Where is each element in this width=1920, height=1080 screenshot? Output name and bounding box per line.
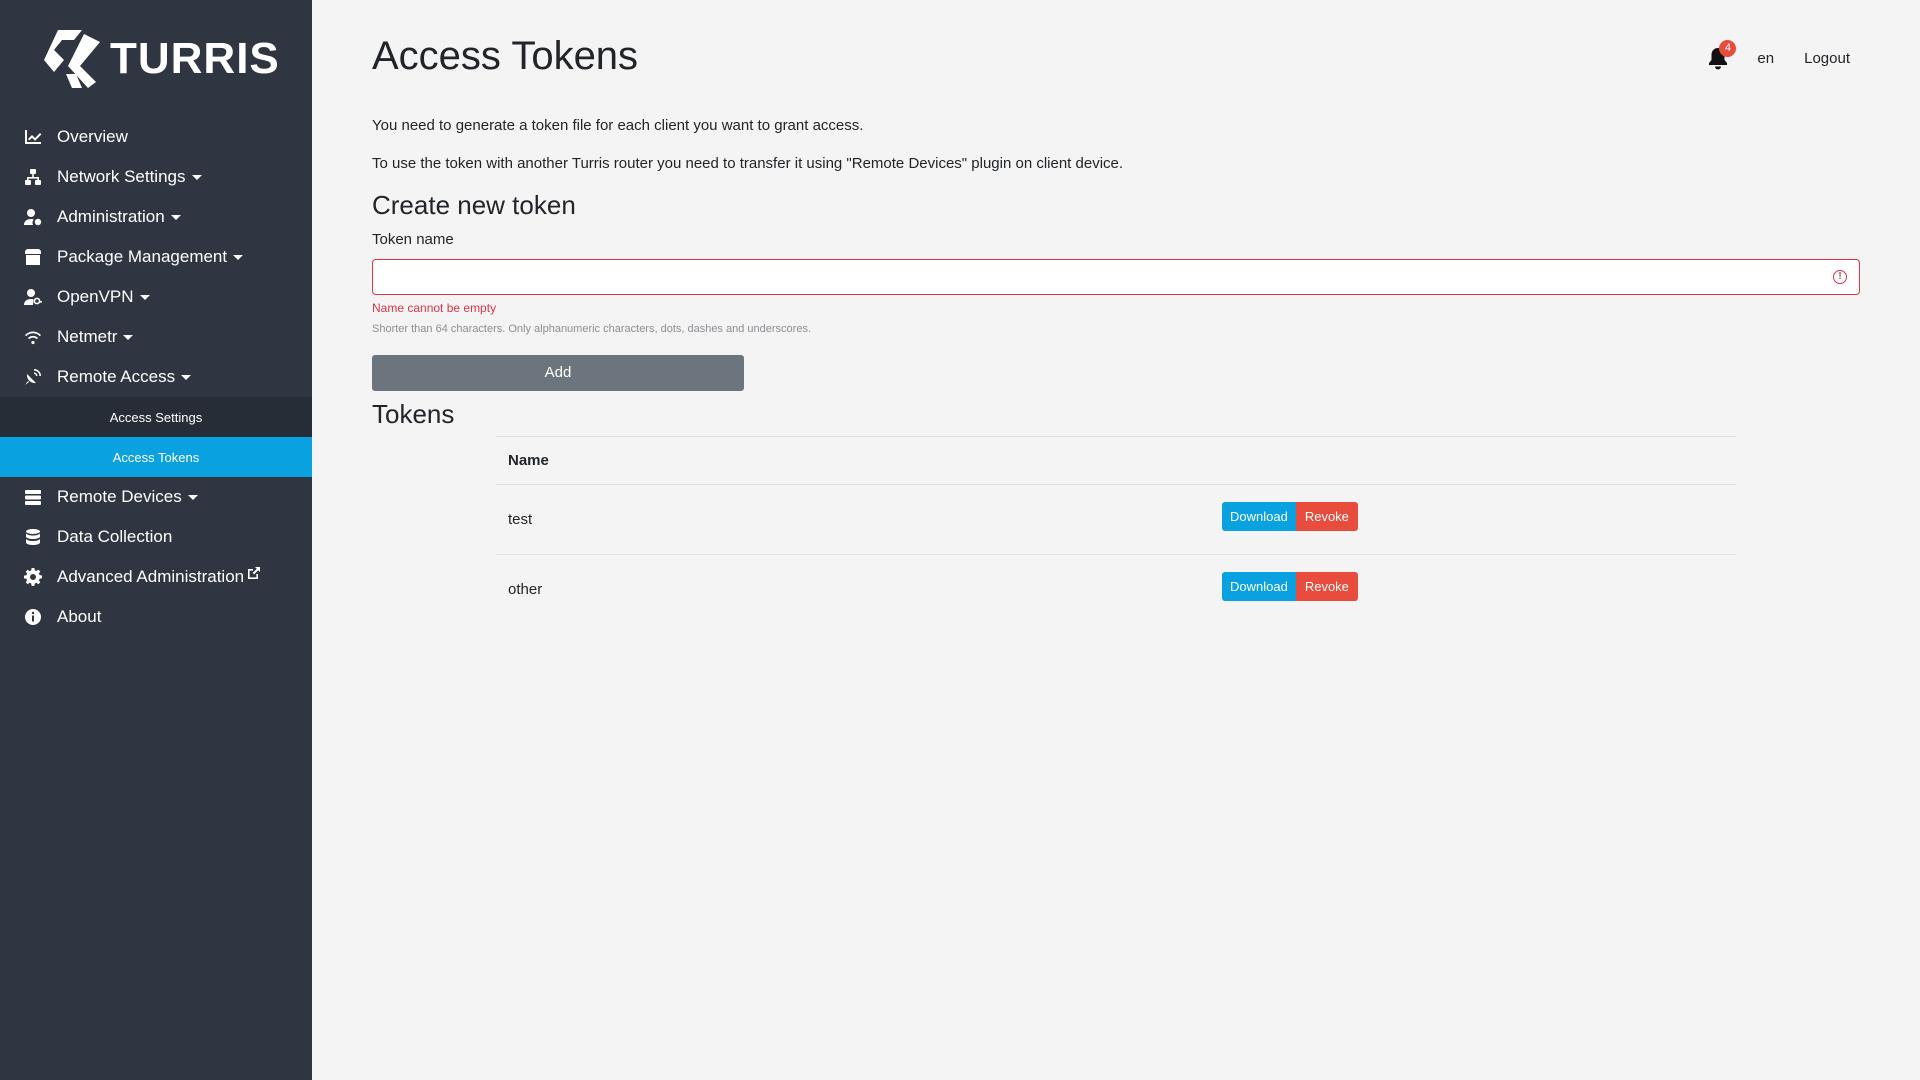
caret-down-icon bbox=[233, 254, 244, 260]
sidebar-nav: Overview Network Settings Administration… bbox=[0, 117, 312, 637]
user-key-icon bbox=[24, 288, 42, 306]
caret-down-icon bbox=[191, 174, 202, 180]
add-token-button[interactable]: Add bbox=[372, 355, 744, 391]
page-title: Access Tokens bbox=[372, 34, 639, 78]
download-button[interactable]: Download bbox=[1222, 572, 1296, 602]
caret-down-icon bbox=[139, 294, 150, 300]
sidebar-item-advanced-administration[interactable]: Advanced Administration bbox=[0, 557, 312, 597]
token-actions: Download Revoke bbox=[1222, 572, 1358, 602]
token-actions: Download Revoke bbox=[1222, 502, 1358, 531]
caret-down-icon bbox=[123, 334, 134, 340]
box-icon bbox=[24, 248, 42, 266]
sidebar-item-label: Overview bbox=[57, 127, 128, 146]
create-token-heading: Create new token bbox=[372, 190, 576, 220]
topbar: 4 en Logout bbox=[1707, 40, 1850, 70]
token-name-field-wrapper: ! bbox=[372, 259, 1860, 295]
sidebar-subitem-label: Access Settings bbox=[109, 409, 203, 425]
sidebar-item-network-settings[interactable]: Network Settings bbox=[0, 157, 312, 197]
sidebar-subitem-access-tokens[interactable]: Access Tokens bbox=[0, 437, 312, 477]
sidebar-item-netmetr[interactable]: Netmetr bbox=[0, 317, 312, 357]
sidebar-item-remote-access[interactable]: Remote Access bbox=[0, 357, 312, 397]
sidebar-item-label: OpenVPN bbox=[57, 287, 134, 306]
sidebar: TURRIS Overview Network Settings Adminis… bbox=[0, 0, 312, 1080]
notifications-badge: 4 bbox=[1719, 40, 1737, 57]
sidebar-item-label: Remote Devices bbox=[57, 487, 182, 506]
sidebar-item-label: About bbox=[57, 607, 102, 626]
language-selector[interactable]: en bbox=[1757, 50, 1774, 67]
sidebar-item-label: Administration bbox=[57, 207, 165, 226]
sidebar-item-overview[interactable]: Overview bbox=[0, 117, 312, 157]
description-text: You need to generate a token file for ea… bbox=[372, 117, 864, 134]
database-icon bbox=[24, 528, 42, 546]
turris-logo-icon bbox=[44, 30, 100, 88]
caret-down-icon bbox=[181, 374, 192, 380]
wifi-icon bbox=[24, 328, 42, 346]
notifications-button[interactable]: 4 bbox=[1707, 40, 1737, 70]
sidebar-subitem-label: Access Tokens bbox=[112, 449, 200, 465]
tokens-table: Name test Download Revoke other Download bbox=[496, 436, 1736, 625]
table-header-row: Name bbox=[496, 436, 1736, 485]
column-header-name: Name bbox=[496, 436, 1210, 485]
token-name-cell: other bbox=[508, 581, 543, 599]
gear-icon bbox=[24, 568, 42, 586]
user-cog-icon bbox=[24, 208, 42, 226]
sidebar-item-about[interactable]: About bbox=[0, 597, 312, 637]
token-name-label: Token name bbox=[372, 231, 454, 248]
turris-logo[interactable]: TURRIS bbox=[44, 30, 280, 88]
revoke-button[interactable]: Revoke bbox=[1295, 572, 1358, 602]
logout-link[interactable]: Logout bbox=[1804, 50, 1850, 67]
column-header-actions bbox=[1210, 436, 1736, 485]
table-row: other Download Revoke bbox=[496, 555, 1736, 625]
download-button[interactable]: Download bbox=[1222, 502, 1296, 531]
table-row: test Download Revoke bbox=[496, 484, 1736, 555]
external-link-icon bbox=[248, 567, 261, 579]
tokens-heading: Tokens bbox=[372, 399, 455, 429]
sidebar-item-package-management[interactable]: Package Management bbox=[0, 237, 312, 277]
sidebar-item-label: Advanced Administration bbox=[57, 567, 245, 586]
token-name-error: Name cannot be empty bbox=[372, 301, 497, 315]
sidebar-item-label: Package Management bbox=[57, 247, 228, 266]
token-actions-cell: Download Revoke bbox=[1210, 484, 1736, 555]
sidebar-item-label: Remote Access bbox=[57, 367, 176, 386]
sidebar-item-administration[interactable]: Administration bbox=[0, 197, 312, 237]
sidebar-subitem-access-settings[interactable]: Access Settings bbox=[0, 397, 312, 437]
caret-down-icon bbox=[187, 494, 198, 500]
description-text: To use the token with another Turris rou… bbox=[372, 155, 1124, 172]
remote-access-submenu: Access Settings Access Tokens bbox=[0, 397, 312, 477]
token-actions-cell: Download Revoke bbox=[1210, 555, 1736, 625]
satellite-dish-icon bbox=[24, 368, 42, 386]
network-icon bbox=[24, 168, 42, 186]
sidebar-item-remote-devices[interactable]: Remote Devices bbox=[0, 477, 312, 517]
token-name-help: Shorter than 64 characters. Only alphanu… bbox=[372, 323, 812, 335]
chart-line-icon bbox=[24, 128, 42, 146]
token-name-cell: test bbox=[496, 484, 1210, 555]
revoke-button[interactable]: Revoke bbox=[1295, 502, 1358, 531]
sidebar-item-data-collection[interactable]: Data Collection bbox=[0, 517, 312, 557]
token-name-input[interactable] bbox=[373, 260, 1859, 294]
sidebar-item-label: Data Collection bbox=[57, 527, 173, 546]
sidebar-item-openvpn[interactable]: OpenVPN bbox=[0, 277, 312, 317]
info-icon bbox=[24, 608, 42, 626]
server-icon bbox=[24, 488, 42, 506]
brand-name: TURRIS bbox=[110, 34, 280, 83]
caret-down-icon bbox=[170, 214, 181, 220]
sidebar-item-label: Netmetr bbox=[57, 327, 118, 346]
sidebar-item-label: Network Settings bbox=[57, 167, 186, 186]
error-icon: ! bbox=[1833, 270, 1847, 284]
